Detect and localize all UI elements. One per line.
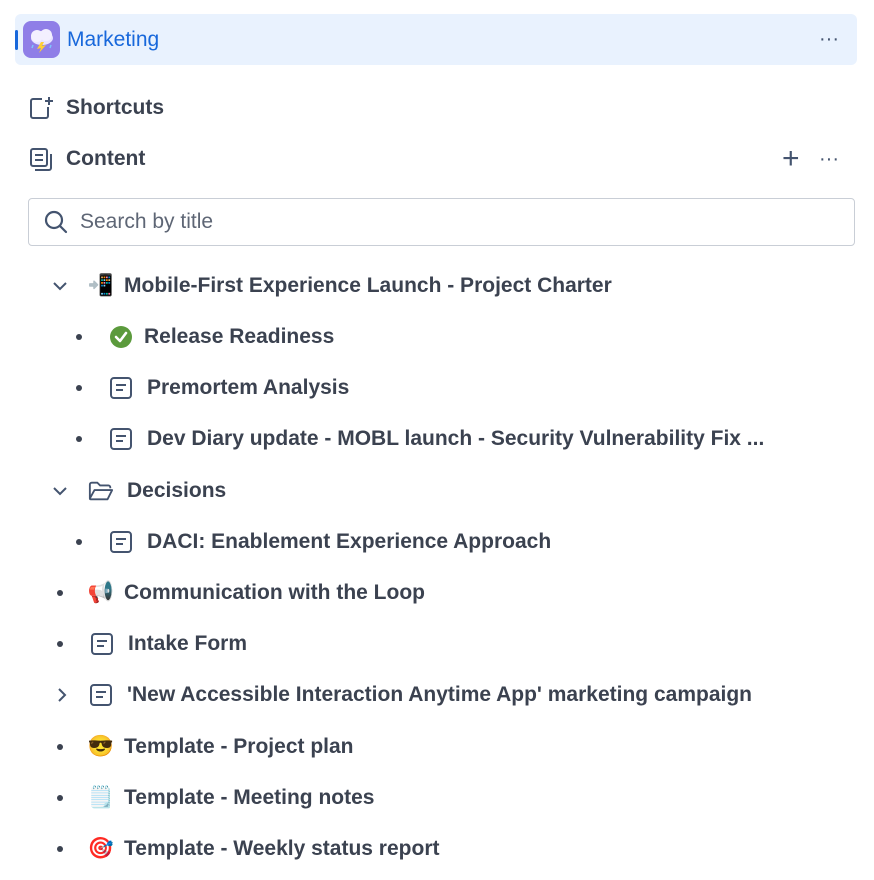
mobile-phone-arrow-icon: 📲	[87, 274, 115, 297]
tree-item-title: Communication with the Loop	[124, 581, 425, 604]
bullet-icon	[56, 632, 64, 656]
space-name[interactable]: Marketing	[67, 28, 159, 52]
target-icon: 🎯	[87, 837, 115, 860]
tree-item[interactable]: 🗒️ Template - Meeting notes	[56, 778, 374, 818]
chevron-down-icon[interactable]	[48, 274, 72, 298]
search-input[interactable]	[78, 209, 842, 235]
chevron-down-icon[interactable]	[48, 479, 72, 503]
nav-shortcuts-label: Shortcuts	[66, 96, 165, 119]
tree-item[interactable]: 📢 Communication with the Loop	[56, 573, 425, 613]
page-icon	[108, 375, 134, 401]
nav-content-label: Content	[66, 147, 146, 170]
bullet-icon	[75, 427, 83, 451]
page-icon	[88, 682, 114, 708]
tree-item-title: Template - Weekly status report	[124, 837, 440, 860]
notepad-icon: 🗒️	[87, 786, 115, 809]
tree-item-title: Mobile-First Experience Launch - Project…	[124, 274, 612, 297]
bullet-icon	[75, 376, 83, 400]
bullet-icon	[75, 530, 83, 554]
content-more-button[interactable]: ···	[819, 149, 839, 169]
tree-item-title: Intake Form	[128, 632, 248, 655]
tree-item[interactable]: 📲 Mobile-First Experience Launch - Proje…	[48, 266, 612, 306]
tree-item[interactable]: 🎯 Template - Weekly status report	[56, 829, 439, 869]
pages-icon	[28, 146, 54, 172]
tree-item-title: Template - Project plan	[124, 735, 354, 758]
page-icon	[108, 529, 134, 555]
tree-item[interactable]: Intake Form	[56, 624, 247, 664]
bullet-icon	[56, 837, 64, 861]
chevron-right-icon[interactable]	[50, 683, 74, 707]
tree-item[interactable]: Decisions	[48, 471, 226, 511]
space-more-button[interactable]: ···	[819, 29, 839, 49]
search-icon	[43, 209, 69, 235]
folder-icon	[88, 478, 114, 504]
tree-item-title: DACI: Enablement Experience Approach	[147, 530, 552, 553]
bullet-icon	[75, 325, 83, 349]
megaphone-icon: 📢	[87, 581, 115, 604]
sunglasses-face-icon: 😎	[87, 735, 115, 758]
add-page-icon	[28, 95, 54, 121]
nav-shortcuts[interactable]: Shortcuts	[28, 92, 164, 124]
tree-item[interactable]: 😎 Template - Project plan	[56, 727, 354, 767]
tree-item-title: Release Readiness	[144, 325, 335, 348]
bullet-icon	[56, 581, 64, 605]
tree-item-title: Template - Meeting notes	[124, 786, 375, 809]
storm-cloud-icon	[23, 21, 60, 58]
check-circle-icon	[108, 324, 134, 350]
tree-item-title: 'New Accessible Interaction Anytime App'…	[127, 683, 752, 706]
nav-content[interactable]: Content	[28, 143, 145, 175]
tree-item[interactable]: DACI: Enablement Experience Approach	[75, 522, 551, 562]
search-box[interactable]	[28, 198, 855, 246]
page-icon	[108, 426, 134, 452]
add-content-button[interactable]: +	[782, 143, 800, 175]
tree-item-title: Dev Diary update - MOBL launch - Securit…	[147, 427, 765, 450]
tree-item[interactable]: Premortem Analysis	[75, 368, 349, 408]
tree-item[interactable]: 'New Accessible Interaction Anytime App'…	[50, 675, 752, 715]
bullet-icon	[56, 735, 64, 759]
tree-item[interactable]: Release Readiness	[75, 317, 334, 357]
tree-item-title: Decisions	[127, 479, 227, 502]
space-header[interactable]: Marketing ···	[15, 14, 857, 65]
bullet-icon	[56, 786, 64, 810]
active-indicator	[15, 30, 18, 50]
tree-item-title: Premortem Analysis	[147, 376, 350, 399]
page-icon	[89, 631, 115, 657]
tree-item[interactable]: Dev Diary update - MOBL launch - Securit…	[75, 419, 764, 459]
